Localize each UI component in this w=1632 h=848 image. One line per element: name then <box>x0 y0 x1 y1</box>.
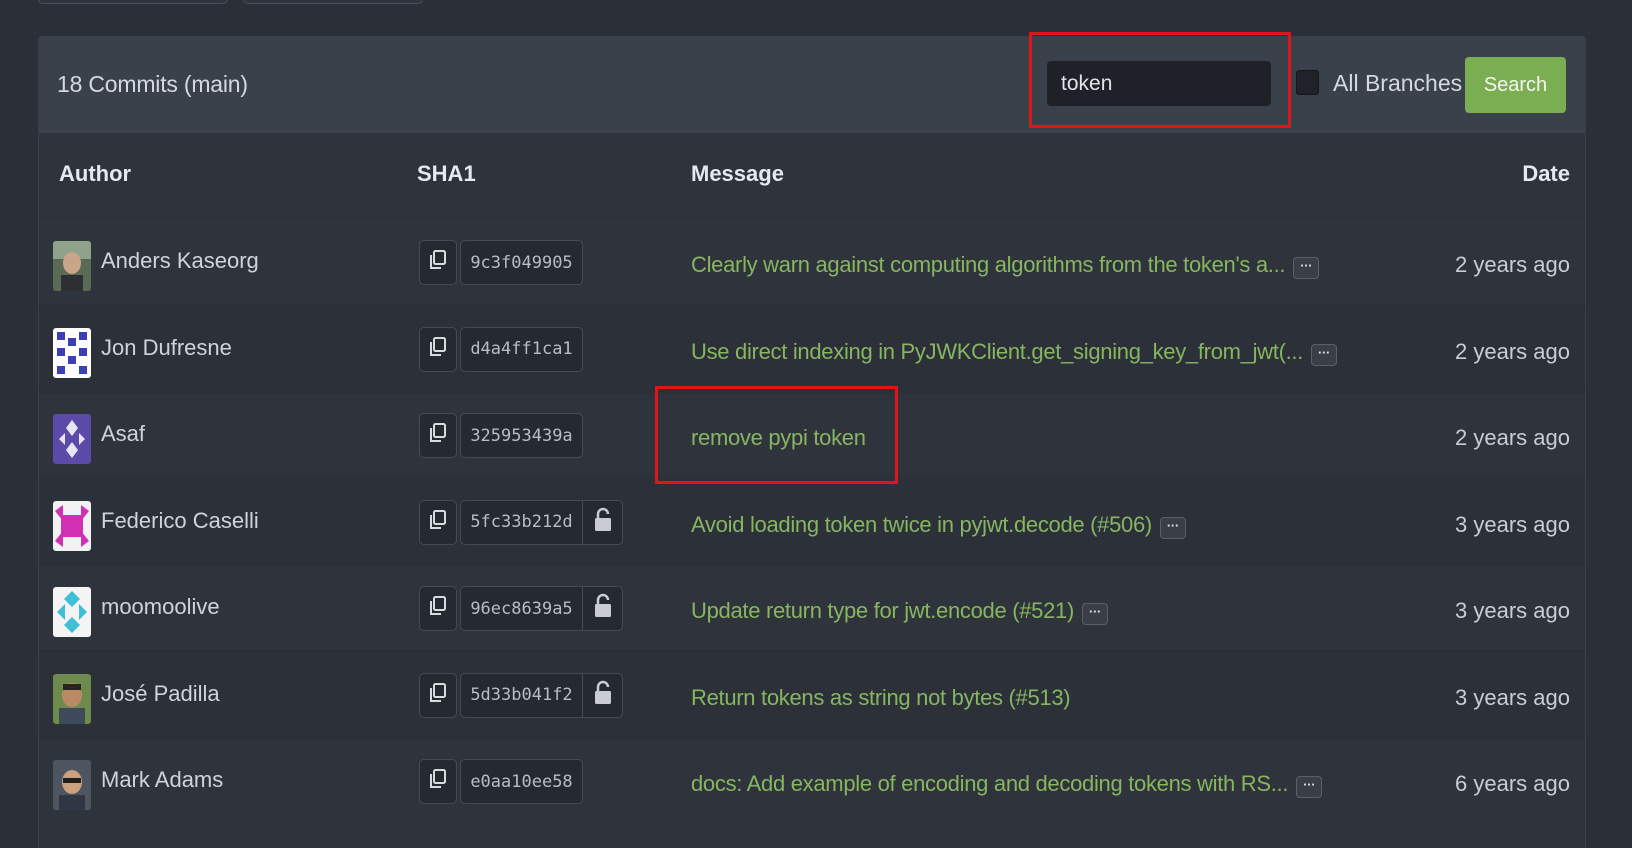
sha-link[interactable]: 96ec8639a5 <box>460 586 583 631</box>
commit-message-link[interactable]: Use direct indexing in PyJWKClient.get_s… <box>691 339 1303 364</box>
commit-message-link[interactable]: Avoid loading token twice in pyjwt.decod… <box>691 512 1152 537</box>
column-message: Message <box>691 161 784 186</box>
search-button[interactable]: Search <box>1465 57 1566 113</box>
search-wrap <box>1032 37 1292 133</box>
copy-sha-button[interactable] <box>419 499 457 545</box>
sha-link[interactable]: 5d33b041f2 <box>460 672 583 718</box>
avatar <box>53 500 91 551</box>
table-row: Asaf 325953439a remove pypi token 2 years a… <box>39 390 1585 480</box>
sha-link[interactable]: e0aa10ee58 <box>460 759 583 804</box>
avatar <box>53 414 91 464</box>
commit-message-link[interactable]: remove pypi token <box>691 425 866 450</box>
ellipsis-icon[interactable]: ··· <box>1159 516 1186 539</box>
avatar <box>53 241 91 291</box>
copy-sha-button[interactable] <box>419 413 457 458</box>
commits-header: 18 Commits (main) All Branches Search <box>39 37 1585 133</box>
commit-date: 3 years ago <box>1455 684 1570 710</box>
copy-icon <box>428 768 448 795</box>
copy-icon <box>428 422 448 449</box>
avatar <box>53 587 91 637</box>
avatar <box>53 327 91 378</box>
table-row: moomoolive 96ec8639a5 Update return type f… <box>39 563 1585 653</box>
commit-signature-button[interactable] <box>583 586 623 631</box>
top-filter-button-1[interactable] <box>38 0 228 4</box>
commit-message: remove pypi token <box>691 425 866 451</box>
commit-message-link[interactable]: Return tokens as string not bytes (#513) <box>691 685 1071 710</box>
author-name[interactable]: Mark Adams <box>101 767 223 793</box>
commit-date: 3 years ago <box>1455 511 1570 537</box>
avatar <box>53 673 91 724</box>
copy-icon <box>428 682 448 709</box>
commits-panel: 18 Commits (main) All Branches Search Au… <box>38 36 1586 848</box>
author-name[interactable]: Asaf <box>101 421 145 447</box>
copy-sha-button[interactable] <box>419 240 457 285</box>
sha-link[interactable]: 325953439a <box>460 413 583 458</box>
commit-signature-button[interactable] <box>583 499 623 545</box>
commit-search-input[interactable] <box>1047 61 1271 106</box>
commit-count: 18 Commits (main) <box>57 71 248 97</box>
avatar <box>53 760 91 810</box>
sha-link[interactable]: 9c3f049905 <box>460 240 583 285</box>
commit-date: 2 years ago <box>1455 252 1570 277</box>
commit-message: Avoid loading token twice in pyjwt.decod… <box>691 512 1186 539</box>
unlock-icon <box>593 507 613 538</box>
table-row: Federico Caselli 5fc33b212d Avoid loading … <box>39 476 1585 567</box>
unlock-icon <box>593 680 613 711</box>
commit-message: docs: Add example of encoding and decodi… <box>691 771 1323 798</box>
copy-icon <box>428 336 448 363</box>
copy-icon <box>428 249 448 276</box>
ellipsis-icon[interactable]: ··· <box>1293 257 1320 279</box>
copy-sha-button[interactable] <box>419 586 457 631</box>
commit-date: 2 years ago <box>1455 338 1570 364</box>
table-row: Jon Dufresne d4a4ff1ca1 Use direct indexin… <box>39 303 1585 394</box>
table-row: Anders Kaseorg 9c3f049905 Clearly warn aga… <box>39 217 1585 307</box>
copy-icon <box>428 595 448 622</box>
copy-sha-button[interactable] <box>419 759 457 804</box>
table-row: Mark Adams e0aa10ee58 docs: Add example of… <box>39 736 1585 826</box>
commit-date: 3 years ago <box>1455 598 1570 623</box>
copy-sha-button[interactable] <box>419 326 457 372</box>
commit-message-link[interactable]: Clearly warn against computing algorithm… <box>691 252 1286 277</box>
commit-date: 6 years ago <box>1455 771 1570 796</box>
commit-signature-button[interactable] <box>583 672 623 718</box>
all-branches-checkbox[interactable] <box>1296 70 1319 95</box>
unlock-icon <box>593 593 613 624</box>
ellipsis-icon[interactable]: ··· <box>1082 603 1109 625</box>
table-row: José Padilla 5d33b041f2 Return tokens as s… <box>39 649 1585 740</box>
author-name[interactable]: Federico Caselli <box>101 508 259 534</box>
commit-message: Return tokens as string not bytes (#513) <box>691 685 1071 711</box>
commit-message: Use direct indexing in PyJWKClient.get_s… <box>691 339 1338 366</box>
author-name[interactable]: moomoolive <box>101 594 220 620</box>
copy-sha-button[interactable] <box>419 672 457 718</box>
commit-message-link[interactable]: docs: Add example of encoding and decodi… <box>691 771 1288 796</box>
table-header: Author SHA1 Message Date <box>39 133 1585 217</box>
copy-icon <box>428 509 448 536</box>
author-name[interactable]: José Padilla <box>101 681 220 707</box>
commit-message-link[interactable]: Update return type for jwt.encode (#521) <box>691 598 1074 623</box>
all-branches-label: All Branches <box>1333 70 1463 96</box>
author-name[interactable]: Jon Dufresne <box>101 335 232 361</box>
commit-message: Update return type for jwt.encode (#521)… <box>691 598 1109 625</box>
column-author: Author <box>59 161 132 186</box>
column-sha: SHA1 <box>417 161 476 186</box>
sha-link[interactable]: d4a4ff1ca1 <box>460 326 583 372</box>
sha-link[interactable]: 5fc33b212d <box>460 499 583 545</box>
author-name[interactable]: Anders Kaseorg <box>101 248 259 274</box>
ellipsis-icon[interactable]: ··· <box>1311 343 1338 366</box>
top-filter-button-2[interactable] <box>243 0 423 4</box>
ellipsis-icon[interactable]: ··· <box>1296 776 1323 798</box>
commit-message: Clearly warn against computing algorithm… <box>691 252 1320 279</box>
commit-date: 2 years ago <box>1455 425 1570 450</box>
column-date: Date <box>1522 161 1570 186</box>
